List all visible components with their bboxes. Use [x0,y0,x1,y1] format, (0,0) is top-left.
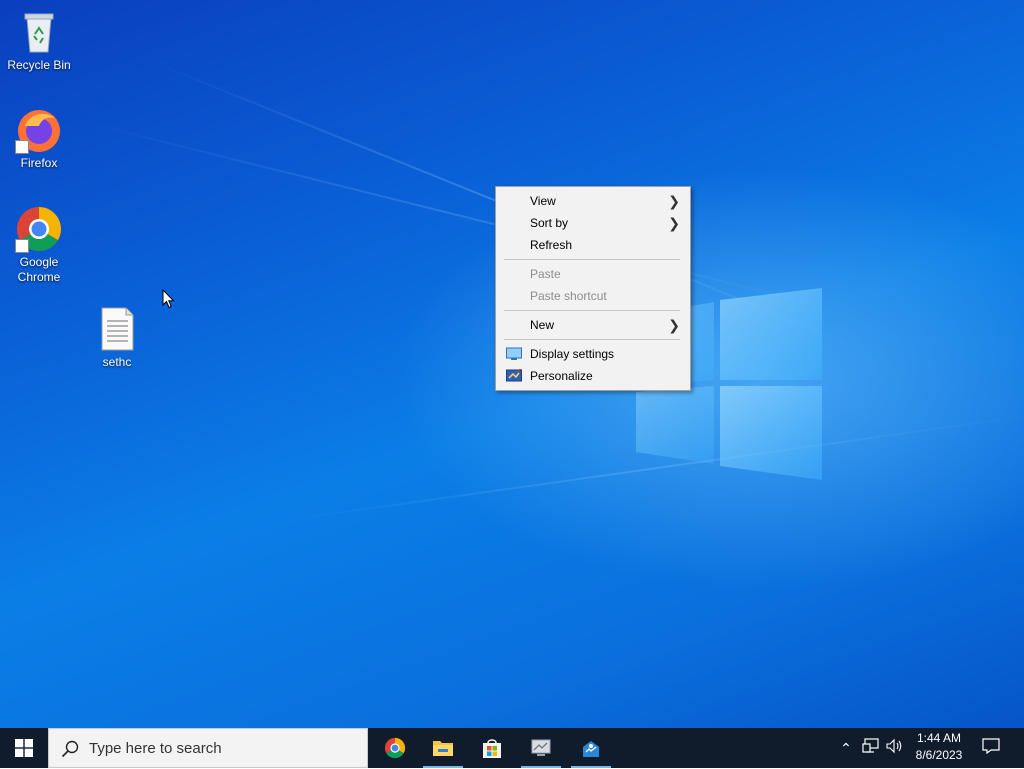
desktop-icon-recycle-bin[interactable]: Recycle Bin [1,8,77,73]
menu-separator [504,339,680,340]
text-file-icon [93,305,141,353]
chrome-icon [15,205,63,253]
display-settings-icon [506,347,522,360]
volume-icon[interactable] [885,738,905,758]
firefox-icon [15,106,63,154]
desktop-icon-label: sethc [102,355,132,369]
desktop-icon-chrome[interactable]: Google Chrome [1,205,77,285]
taskbar-app-active[interactable] [567,728,615,768]
clock-date: 8/6/2023 [915,748,963,762]
menu-item-label: New [530,318,555,332]
shortcut-arrow-icon [15,239,29,253]
network-icon[interactable] [861,738,881,758]
file-explorer-icon [433,741,453,756]
menu-item-label: Refresh [530,238,573,252]
desktop[interactable]: Recycle Bin Firefox Google Chrome sethc … [0,0,1024,728]
personalize-icon [506,369,522,382]
search-icon [61,740,79,758]
chevron-right-icon: ❯ [668,215,680,231]
recycle-bin-icon [15,8,63,56]
desktop-icon-label: Google Chrome [17,255,61,284]
desktop-icon-firefox[interactable]: Firefox [1,106,77,171]
store-icon [483,739,501,758]
desktop-context-menu: View ❯ Sort by ❯ Refresh Paste Paste sho… [495,186,691,391]
desktop-icon-label: Firefox [20,156,58,170]
menu-item-label: Paste [530,267,561,281]
clock-time: 1:44 AM [916,731,962,745]
taskbar-app-remote[interactable] [517,728,565,768]
shortcut-arrow-icon [15,140,29,154]
menu-item-label: Paste shortcut [530,289,607,303]
light-beam [79,120,818,306]
start-button[interactable] [0,728,48,768]
chevron-right-icon: ❯ [668,193,680,209]
menu-item-view[interactable]: View ❯ [496,190,690,212]
taskbar-search-box[interactable]: Type here to search [48,728,368,768]
menu-item-paste: Paste [496,263,690,285]
menu-item-sort-by[interactable]: Sort by ❯ [496,212,690,234]
menu-item-label: Sort by [530,216,569,230]
chrome-icon [384,737,406,759]
menu-item-personalize[interactable]: Personalize [496,365,690,387]
remote-desktop-icon [531,739,551,756]
taskbar: Type here to search ⌃ 1:44 AM 8/6/2023 [0,728,1024,768]
menu-item-new[interactable]: New ❯ [496,314,690,336]
menu-item-label: Display settings [530,347,615,361]
taskbar-app-chrome[interactable] [371,728,419,768]
desktop-icon-label: Recycle Bin [7,58,71,72]
action-center-icon[interactable] [981,738,1001,758]
chevron-up-icon[interactable]: ⌃ [836,738,856,758]
menu-item-refresh[interactable]: Refresh [496,234,690,256]
menu-item-display-settings[interactable]: Display settings [496,343,690,365]
taskbar-clock[interactable]: 1:44 AM 8/6/2023 [906,730,972,766]
mouse-cursor-icon [162,289,175,309]
taskbar-app-store[interactable] [468,728,516,768]
taskbar-app-file-explorer[interactable] [419,728,467,768]
desktop-icon-sethc[interactable]: sethc [79,305,155,370]
menu-separator [504,259,680,260]
menu-separator [504,310,680,311]
windows-start-icon [15,739,33,757]
menu-item-label: View [530,194,556,208]
menu-item-label: Personalize [530,369,593,383]
menu-item-paste-shortcut: Paste shortcut [496,285,690,307]
search-placeholder: Type here to search [89,740,222,757]
app-icon [583,741,599,757]
chevron-right-icon: ❯ [668,317,680,333]
